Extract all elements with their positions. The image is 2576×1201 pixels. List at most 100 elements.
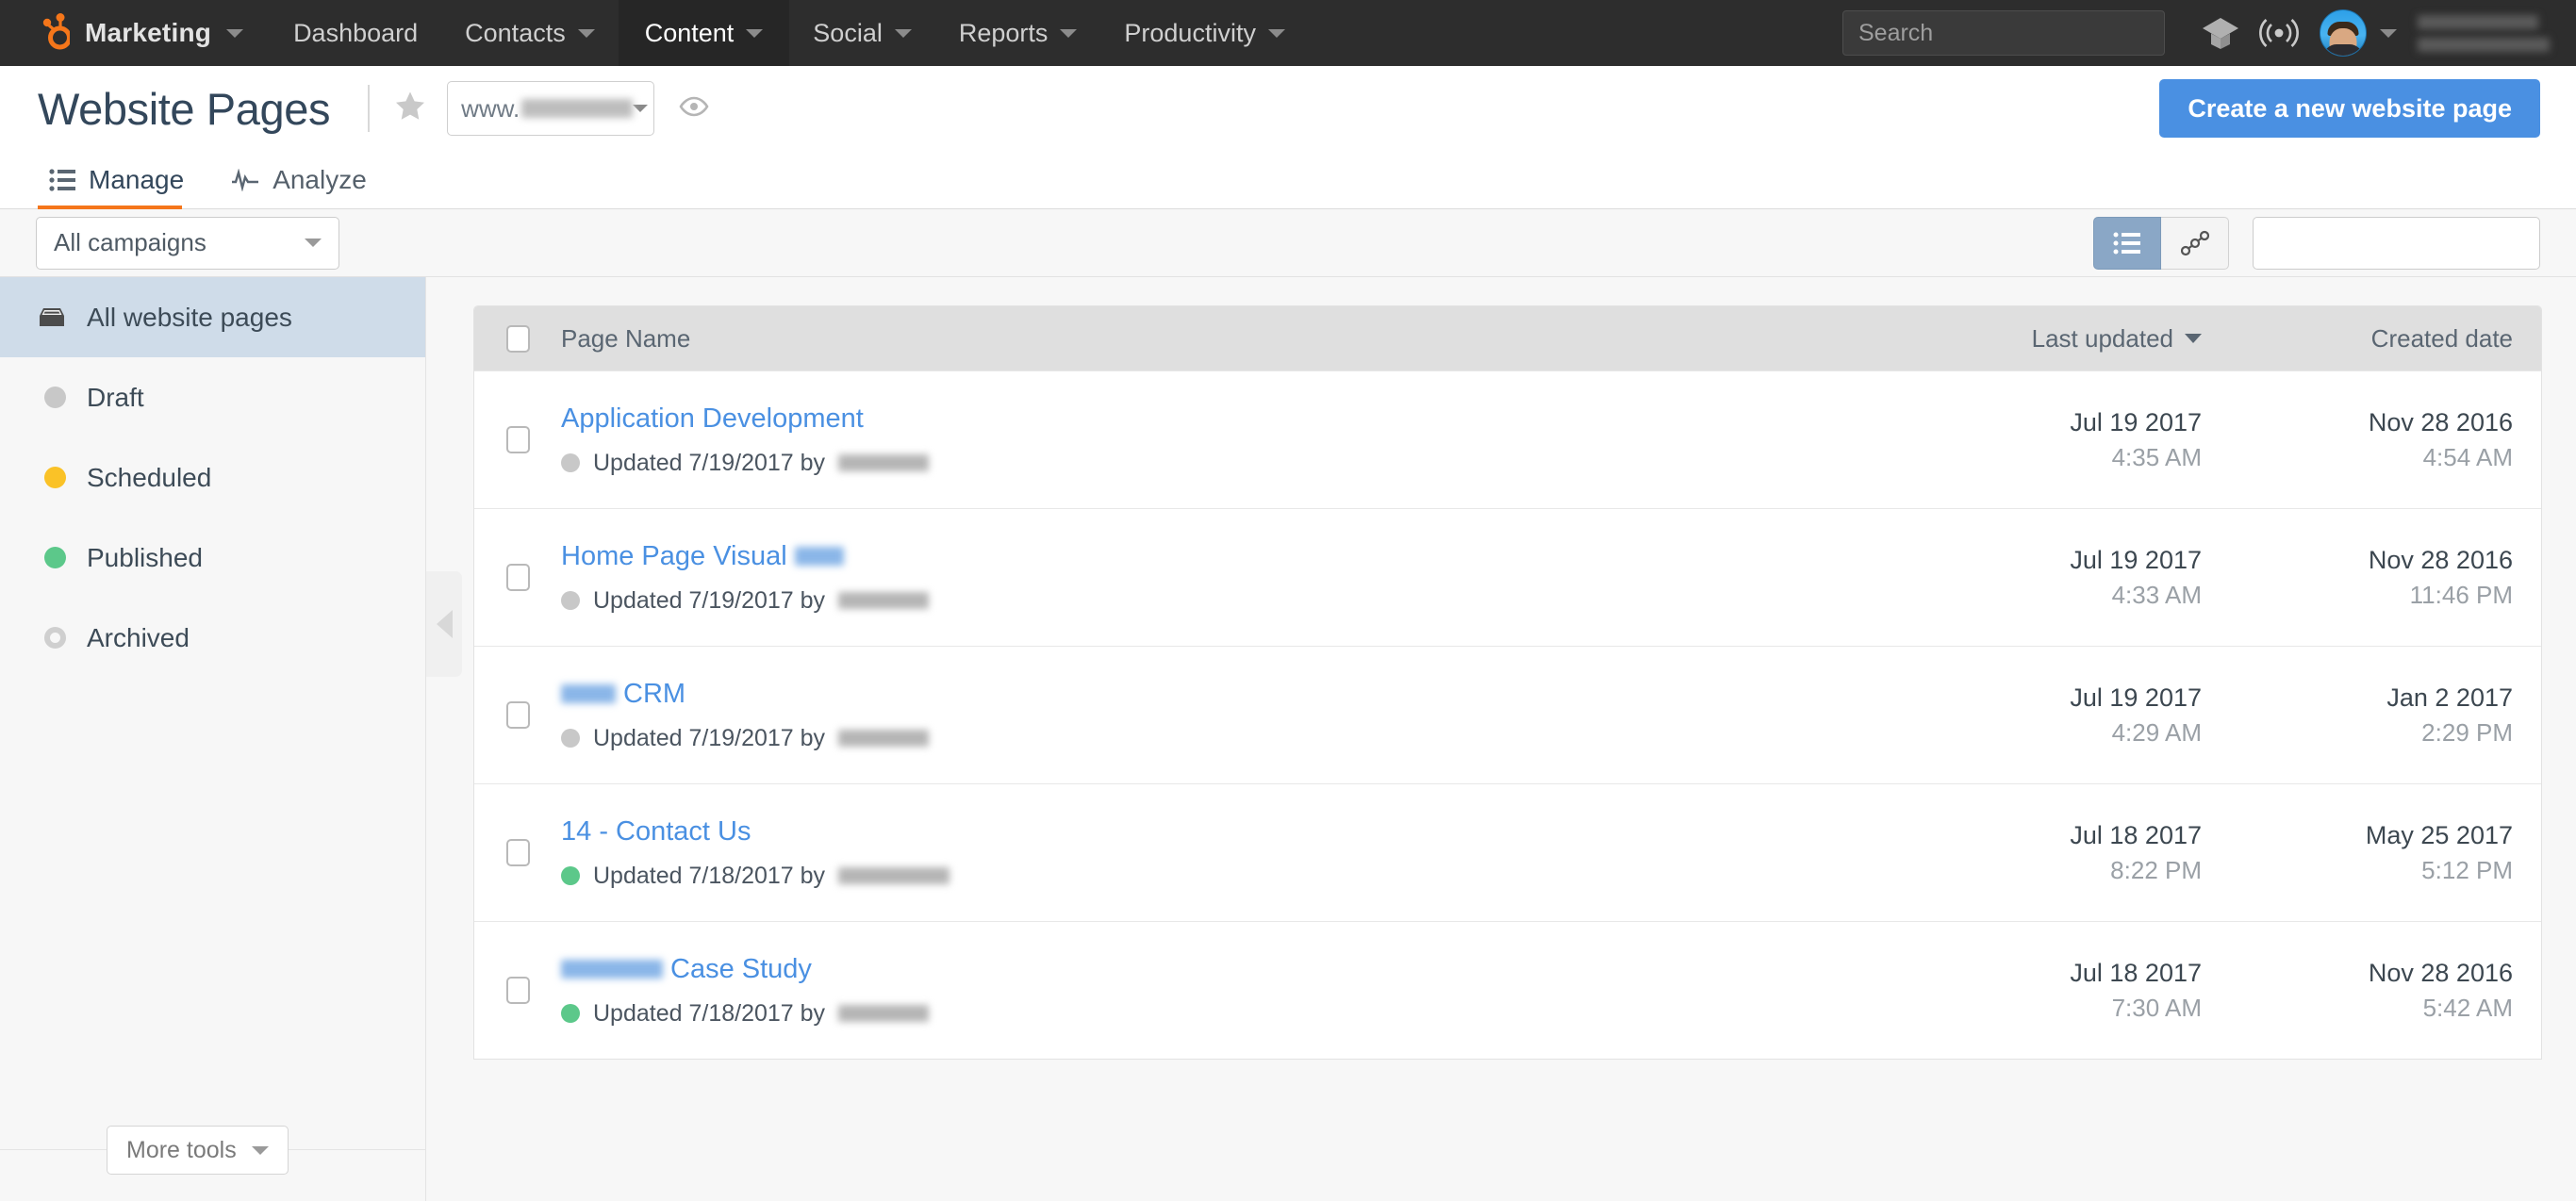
sidebar-item-draft[interactable]: Draft bbox=[0, 357, 425, 437]
nav-item-productivity[interactable]: Productivity bbox=[1100, 0, 1309, 66]
page-updated-meta: Updated 7/18/2017 by bbox=[561, 863, 1891, 890]
table-row[interactable]: 14 - Contact Us Updated 7/18/2017 by Jul… bbox=[474, 783, 2541, 921]
nav-item-content[interactable]: Content bbox=[618, 0, 790, 66]
campaign-filter-select[interactable]: All campaigns bbox=[36, 216, 339, 270]
avatar[interactable] bbox=[2320, 9, 2367, 57]
nav-item-label: Productivity bbox=[1124, 18, 1256, 47]
column-header-last-updated[interactable]: Last updated bbox=[1891, 324, 2202, 354]
created-time: 5:42 AM bbox=[2422, 993, 2513, 1022]
last-updated-cell: Jul 19 2017 4:29 AM bbox=[1891, 683, 2202, 748]
header-divider bbox=[368, 85, 371, 132]
created-date: Nov 28 2016 bbox=[2368, 407, 2513, 436]
select-all-checkbox[interactable] bbox=[505, 324, 530, 353]
created-date: May 25 2017 bbox=[2365, 820, 2513, 849]
redacted-name-prefix bbox=[561, 960, 663, 979]
last-updated-cell: Jul 18 2017 8:22 PM bbox=[1891, 821, 2202, 885]
tab-manage[interactable]: Manage bbox=[38, 165, 201, 209]
column-header-page-name[interactable]: Page Name bbox=[561, 324, 1891, 354]
brand-marketing-menu[interactable]: Marketing bbox=[0, 0, 270, 66]
global-search-input[interactable] bbox=[1842, 10, 2165, 56]
tab-analyze[interactable]: Analyze bbox=[220, 165, 384, 208]
page-name-cell: Application Development Updated 7/19/201… bbox=[561, 403, 1891, 477]
academy-cap-glyph bbox=[2203, 18, 2238, 49]
row-checkbox[interactable] bbox=[505, 839, 530, 866]
chevron-left-icon bbox=[436, 610, 453, 638]
row-checkbox[interactable] bbox=[505, 426, 530, 453]
page-title: Website Pages bbox=[38, 83, 331, 134]
eye-icon[interactable] bbox=[679, 96, 709, 122]
status-dot-published bbox=[44, 547, 66, 568]
sidebar-item-label: Published bbox=[87, 542, 203, 572]
sidebar-item-all-website-pages[interactable]: All website pages bbox=[0, 277, 425, 357]
table-row[interactable]: Application Development Updated 7/19/201… bbox=[474, 370, 2541, 508]
redacted-author bbox=[838, 454, 930, 471]
page-name-link[interactable]: CRM bbox=[561, 679, 1891, 710]
created-time: 11:46 PM bbox=[2409, 580, 2513, 609]
row-select-cell[interactable] bbox=[474, 701, 561, 729]
notifications-broadcast-icon[interactable] bbox=[2250, 5, 2308, 61]
list-view-toggle[interactable] bbox=[2093, 216, 2161, 270]
table-row[interactable]: CRM Updated 7/19/2017 by Jul 19 2017 4:2… bbox=[474, 646, 2541, 783]
inbox-tray-icon bbox=[40, 307, 64, 326]
table-search-input[interactable] bbox=[2278, 229, 2576, 256]
last-updated-cell: Jul 19 2017 4:35 AM bbox=[1891, 408, 2202, 472]
table-search-wrapper[interactable] bbox=[2253, 216, 2576, 270]
chevron-down-icon bbox=[1267, 28, 1285, 38]
row-select-cell[interactable] bbox=[474, 977, 561, 1004]
nav-item-contacts[interactable]: Contacts bbox=[441, 0, 619, 66]
more-tools-label: More tools bbox=[126, 1136, 237, 1163]
chevron-down-icon bbox=[305, 239, 322, 247]
more-tools-button[interactable]: More tools bbox=[107, 1126, 289, 1175]
chevron-down-icon bbox=[633, 105, 649, 112]
nav-right-cluster bbox=[1842, 0, 2576, 66]
created-date-cell: Nov 28 2016 5:42 AM bbox=[2202, 959, 2513, 1023]
column-header-created-date[interactable]: Created date bbox=[2202, 324, 2513, 354]
sidebar-collapse-button[interactable] bbox=[426, 571, 462, 677]
row-select-cell[interactable] bbox=[474, 839, 561, 866]
table-area: Page Name Last updated Created date Appl… bbox=[426, 277, 2576, 1201]
page-updated-meta: Updated 7/19/2017 by bbox=[561, 450, 1891, 477]
domain-selector[interactable]: www. bbox=[447, 81, 655, 136]
status-dot bbox=[561, 453, 580, 472]
sidebar-item-archived[interactable]: Archived bbox=[0, 598, 425, 678]
row-select-cell[interactable] bbox=[474, 426, 561, 453]
chevron-down-icon bbox=[226, 28, 244, 38]
create-new-website-page-button[interactable]: Create a new website page bbox=[2159, 79, 2540, 138]
page-name-link[interactable]: Home Page Visual bbox=[561, 541, 1891, 572]
table-row[interactable]: Case Study Updated 7/18/2017 by Jul 18 2… bbox=[474, 921, 2541, 1059]
updated-text: Updated 7/18/2017 by bbox=[593, 999, 826, 1027]
page-updated-meta: Updated 7/19/2017 by bbox=[561, 587, 1891, 615]
status-dot-draft bbox=[44, 387, 66, 408]
tree-view-toggle[interactable] bbox=[2161, 216, 2229, 270]
redacted-name-suffix bbox=[794, 547, 844, 566]
updated-date: Jul 19 2017 bbox=[2070, 545, 2202, 574]
page-name-link[interactable]: Case Study bbox=[561, 954, 1891, 985]
top-navigation-bar: Marketing Dashboard Contacts Content Soc… bbox=[0, 0, 2576, 66]
nav-item-dashboard[interactable]: Dashboard bbox=[270, 0, 441, 66]
row-checkbox[interactable] bbox=[505, 977, 530, 1004]
row-select-cell[interactable] bbox=[474, 564, 561, 591]
page-name-link[interactable]: 14 - Contact Us bbox=[561, 816, 1891, 847]
updated-time: 7:30 AM bbox=[2111, 993, 2202, 1022]
chevron-down-icon[interactable] bbox=[2380, 28, 2397, 38]
row-checkbox[interactable] bbox=[505, 564, 530, 591]
select-all-cell[interactable] bbox=[474, 324, 561, 353]
row-checkbox[interactable] bbox=[505, 701, 530, 729]
redacted-domain bbox=[521, 99, 634, 118]
pulse-icon bbox=[232, 169, 259, 191]
academy-cap-icon[interactable] bbox=[2191, 5, 2250, 61]
sidebar-item-published[interactable]: Published bbox=[0, 518, 425, 598]
star-icon[interactable] bbox=[394, 90, 426, 126]
sidebar-item-scheduled[interactable]: Scheduled bbox=[0, 437, 425, 518]
created-time: 2:29 PM bbox=[2421, 717, 2513, 747]
table-row[interactable]: Home Page Visual Updated 7/19/2017 by Ju… bbox=[474, 508, 2541, 646]
created-date-cell: Nov 28 2016 4:54 AM bbox=[2202, 408, 2513, 472]
page-name-link[interactable]: Application Development bbox=[561, 403, 1891, 435]
nav-item-reports[interactable]: Reports bbox=[935, 0, 1101, 66]
sort-descending-icon bbox=[2185, 334, 2202, 343]
sidebar-item-label: Archived bbox=[87, 622, 190, 652]
created-date-cell: Nov 28 2016 11:46 PM bbox=[2202, 546, 2513, 610]
nav-item-social[interactable]: Social bbox=[789, 0, 935, 66]
status-dot bbox=[561, 729, 580, 748]
